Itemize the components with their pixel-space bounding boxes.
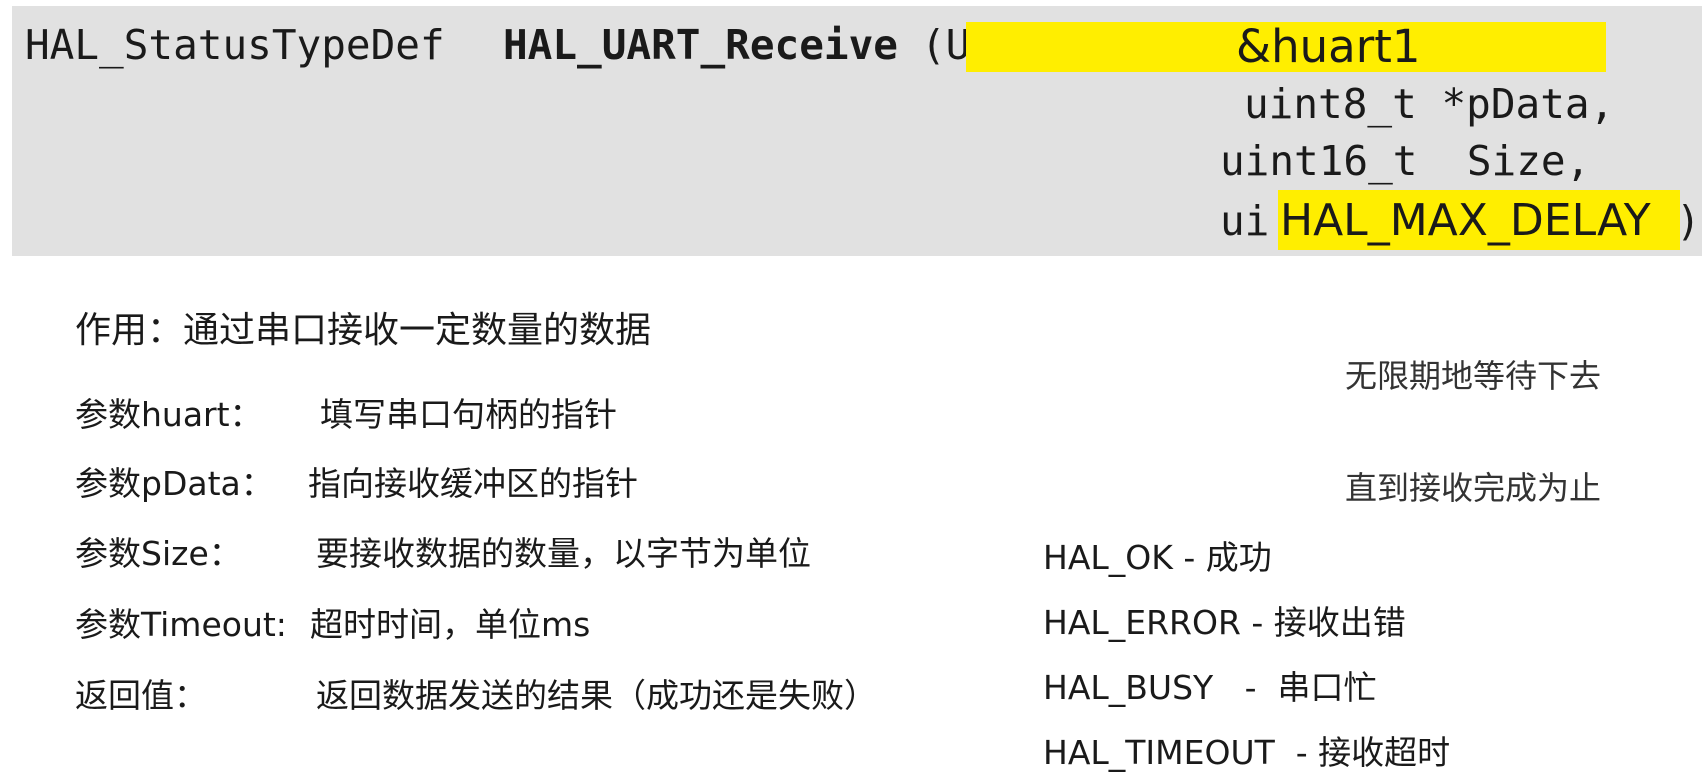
arg4-prefix: ui — [1220, 197, 1270, 245]
timeout-note-line1: 无限期地等待下去 — [1345, 357, 1602, 396]
open-paren-fragment: (U — [921, 21, 971, 69]
arg4-timeout: HAL_MAX_DELAY — [1280, 195, 1651, 246]
arg3-size: uint16_t Size, — [1220, 137, 1591, 185]
arg1-handle: &huart1 — [1236, 20, 1421, 73]
return-timeout: HAL_TIMEOUT - 接收超时 — [1043, 733, 1451, 772]
return-type: HAL_StatusTypeDef — [25, 21, 445, 69]
param-label-pdata: 参数pData： — [75, 464, 274, 503]
function-description: 作用：通过串口接收一定数量的数据 — [75, 310, 652, 351]
return-busy: HAL_BUSY - 串口忙 — [1043, 668, 1377, 707]
timeout-note-line2: 直到接收完成为止 — [1345, 468, 1602, 507]
close-paren: ) — [1676, 197, 1701, 245]
return-ok: HAL_OK - 成功 — [1043, 538, 1272, 577]
arg2-pdata: uint8_t *pData, — [1244, 80, 1615, 128]
return-label: 返回值： — [75, 676, 207, 715]
param-value-size: 要接收数据的数量，以字节为单位 — [316, 534, 811, 573]
return-value: 返回数据发送的结果（成功还是失败） — [316, 676, 877, 715]
param-value-pdata: 指向接收缓冲区的指针 — [308, 464, 638, 503]
timeout-note: 无限期地等待下去 直到接收完成为止 — [1345, 284, 1601, 544]
return-error: HAL_ERROR - 接收出错 — [1043, 603, 1406, 642]
param-label-timeout: 参数Timeout: — [75, 605, 287, 644]
param-label-size: 参数Size： — [75, 534, 242, 573]
function-name: HAL_UART_Receive — [503, 21, 898, 69]
param-value-timeout: 超时时间，单位ms — [310, 605, 591, 644]
param-value-huart: 填写串口句柄的指针 — [320, 395, 617, 434]
param-label-huart: 参数huart： — [75, 395, 263, 434]
